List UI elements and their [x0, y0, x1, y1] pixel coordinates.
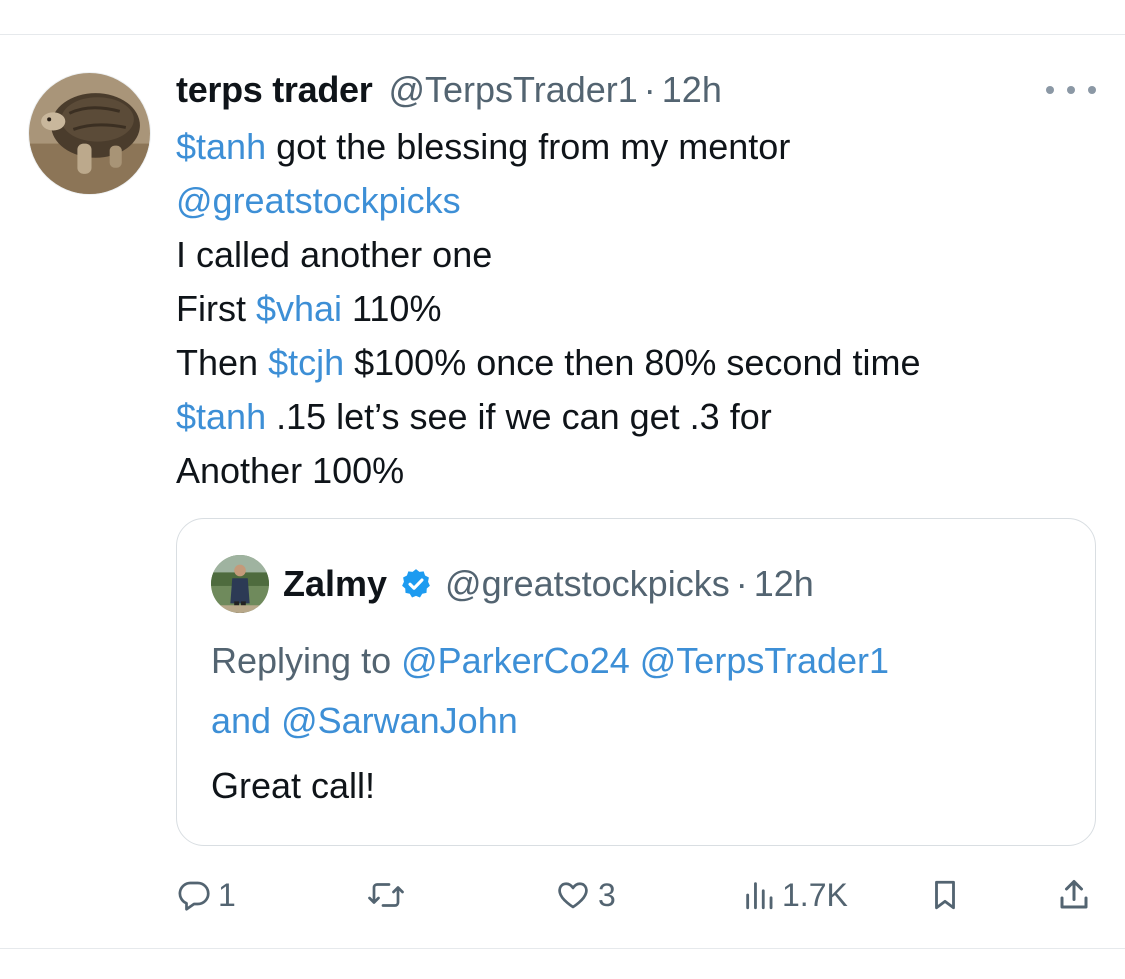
reply-mention-link[interactable]: @SarwanJohn: [281, 700, 518, 741]
tweet-text: got the blessing from my mentor: [266, 126, 791, 167]
tortoise-avatar-image: [29, 73, 150, 194]
author-handle[interactable]: @TerpsTrader1: [388, 69, 637, 111]
like-icon: [558, 882, 588, 909]
top-divider: [0, 34, 1125, 35]
tweet-body: $tanh got the blessing from my mentor @g…: [176, 120, 1096, 498]
tweet-line-7: Another 100%: [176, 450, 405, 491]
quoted-author-avatar[interactable]: [211, 555, 269, 613]
tweet-line-3: I called another one: [176, 234, 493, 275]
quoted-tweet-card[interactable]: Zalmy @greatstockpicks · 12h Replying to…: [176, 518, 1096, 846]
cashtag-link[interactable]: $tanh: [176, 126, 266, 167]
replying-and-label: and: [211, 700, 282, 741]
tweet-text: Then: [176, 342, 269, 383]
tweet-line-5: Then $tcjh $100% once then 80% second ti…: [176, 336, 1096, 390]
tweet-timestamp[interactable]: 12h: [662, 69, 722, 111]
quoted-tweet-header: Zalmy @greatstockpicks · 12h: [283, 559, 814, 609]
reply-button[interactable]: 1: [176, 870, 236, 920]
tweet-text: 110%: [342, 288, 442, 329]
cashtag-link[interactable]: $vhai: [256, 288, 342, 329]
retweet-icon: [368, 883, 404, 907]
tweet-line-2: @greatstockpicks: [176, 174, 1096, 228]
mention-link[interactable]: @greatstockpicks: [176, 180, 461, 221]
tweet-text: $100% once then 80% second time: [344, 342, 921, 383]
tweet-line-6: $tanh .15 let’s see if we can get .3 for: [176, 390, 1096, 444]
person-avatar-image: [211, 555, 269, 613]
more-icon[interactable]: [1046, 78, 1096, 102]
quoted-author-handle[interactable]: @greatstockpicks: [445, 563, 730, 605]
tweet-line-4: First $vhai 110%: [176, 282, 1096, 336]
replying-to-label: Replying to: [211, 640, 402, 681]
quoted-author-name[interactable]: Zalmy: [283, 563, 387, 605]
tweet-header: terps trader @TerpsTrader1 · 12h: [176, 68, 722, 112]
author-avatar[interactable]: [28, 72, 151, 195]
verified-badge-icon: [402, 569, 430, 598]
author-name[interactable]: terps trader: [176, 69, 373, 111]
like-count: 3: [598, 876, 616, 913]
quoted-tweet-text: Great call!: [211, 765, 376, 806]
views-button[interactable]: 1.7K: [742, 870, 848, 920]
cashtag-link[interactable]: $tanh: [176, 396, 266, 437]
bottom-divider: [0, 948, 1125, 949]
tweet-actions-bar: 1 3 1.7K: [176, 870, 1096, 920]
views-icon: [746, 882, 773, 910]
bookmark-button[interactable]: [928, 870, 962, 920]
reply-count: 1: [218, 876, 236, 913]
bookmark-icon: [935, 880, 955, 910]
tweet-text: .15 let’s see if we can get .3 for: [266, 396, 772, 437]
tweet-text: First: [176, 288, 256, 329]
reply-mention-link[interactable]: @TerpsTrader1: [640, 640, 889, 681]
replying-to-line: Replying to @ParkerCo24 @TerpsTrader1 an…: [211, 631, 1071, 751]
share-button[interactable]: [1056, 870, 1092, 920]
reply-mention-link[interactable]: @ParkerCo24: [401, 640, 630, 681]
header-separator: ·: [643, 69, 656, 110]
quoted-timestamp[interactable]: 12h: [754, 563, 814, 605]
retweet-button[interactable]: [366, 870, 412, 920]
like-button[interactable]: 3: [554, 870, 616, 920]
share-icon: [1060, 880, 1088, 909]
cashtag-link[interactable]: $tcjh: [268, 342, 344, 383]
tweet-line-1: $tanh got the blessing from my mentor: [176, 120, 1096, 174]
quoted-header-separator: ·: [735, 563, 748, 604]
reply-icon: [178, 881, 210, 911]
views-count: 1.7K: [782, 876, 848, 913]
